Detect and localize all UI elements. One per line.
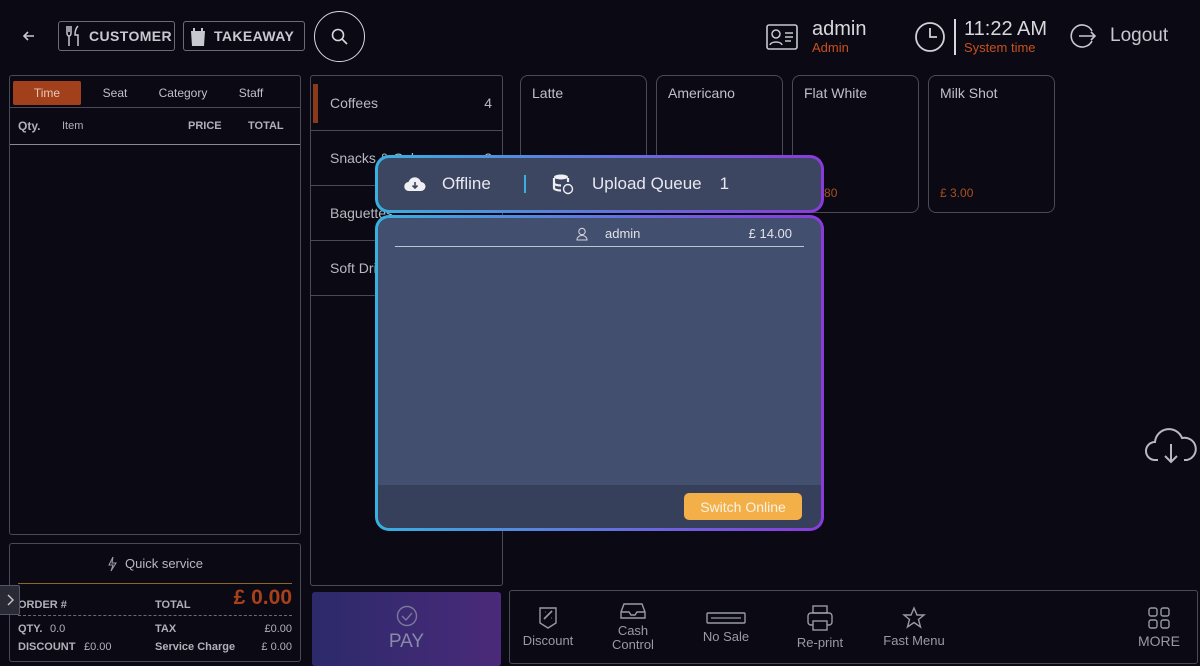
category-count: 4 (484, 95, 492, 111)
search-button[interactable] (314, 11, 365, 62)
database-sync-icon (552, 173, 574, 195)
no-sale-label: No Sale (702, 629, 750, 644)
grid-icon (1147, 606, 1171, 630)
discount-label: Discount (522, 633, 574, 648)
cloud-download-icon[interactable] (1144, 422, 1198, 466)
queue-row-user: admin (605, 226, 641, 241)
tax-value: £0.00 (264, 623, 292, 635)
service-charge-label: Service Charge (155, 641, 236, 653)
fast-menu-button[interactable]: Fast Menu (868, 591, 960, 663)
clock-icon (914, 21, 946, 53)
cloud-download-icon (404, 176, 426, 192)
system-time: 11:22 AM System time (914, 18, 1047, 56)
more-label: MORE (1138, 633, 1180, 649)
offline-modal-header: Offline Upload Queue 1 (375, 155, 824, 213)
tax-label: TAX (155, 623, 177, 635)
queue-row[interactable]: admin £ 14.00 (395, 224, 804, 247)
discount-label: DISCOUNT (18, 641, 76, 653)
time-divider (954, 19, 956, 55)
product-price: £ 3.00 (940, 186, 974, 200)
category-item[interactable]: Coffees 4 (311, 76, 502, 131)
quick-service[interactable]: Quick service (18, 544, 292, 584)
order-number-label: ORDER # (18, 599, 67, 611)
time-value: 11:22 AM (964, 18, 1048, 40)
user-role: Admin (812, 40, 849, 55)
logout-button[interactable]: Logout (1070, 22, 1168, 50)
reprint-button[interactable]: Re-print (772, 591, 868, 663)
discount-value: £0.00 (84, 641, 112, 653)
col-item: Item (62, 120, 84, 132)
col-price: PRICE (188, 120, 222, 132)
discount-tag-icon (536, 606, 560, 630)
sort-tabs: Time Seat Category Staff (10, 76, 300, 108)
category-name: Coffees (330, 95, 378, 111)
tab-seat[interactable]: Seat (81, 86, 149, 100)
upload-queue-count: 1 (719, 174, 730, 193)
user-info: admin Admin (766, 18, 866, 56)
user-icon (576, 227, 588, 241)
tab-staff[interactable]: Staff (217, 86, 285, 100)
bottom-toolbar: Discount Cash Control No Sale Re-print F… (509, 590, 1198, 664)
quick-service-label: Quick service (124, 556, 204, 571)
takeaway-button[interactable]: TAKEAWAY (183, 21, 305, 51)
cash-control-label: Cash Control (612, 623, 654, 652)
cutlery-icon (63, 24, 83, 48)
product-name: Milk Shot (940, 85, 998, 101)
product-tile[interactable]: Milk Shot £ 3.00 (928, 75, 1055, 213)
qty-label: QTY. (18, 623, 43, 635)
cash-control-button[interactable]: Cash Control (586, 591, 680, 663)
star-icon (902, 606, 926, 630)
summary-divider (18, 615, 292, 616)
service-charge-value: £ 0.00 (261, 641, 292, 653)
switch-online-button[interactable]: Switch Online (684, 493, 802, 520)
order-column-headers: Qty. Item PRICE TOTAL (10, 108, 300, 145)
no-sale-button[interactable]: No Sale (680, 591, 772, 663)
register-icon (706, 610, 746, 626)
offline-status: Offline (442, 174, 491, 193)
product-name: Latte (532, 85, 564, 101)
logout-label: Logout (1110, 25, 1169, 46)
order-panel: Time Seat Category Staff Qty. Item PRICE… (9, 75, 301, 535)
qty-value: 0.0 (50, 623, 66, 635)
pay-label: PAY (388, 631, 425, 652)
discount-button[interactable]: Discount (510, 591, 586, 663)
cash-drawer-icon (620, 602, 646, 620)
customer-button[interactable]: CUSTOMER (58, 21, 175, 51)
logout-icon (1070, 22, 1098, 50)
tab-time[interactable]: Time (13, 81, 81, 105)
takeaway-label: TAKEAWAY (214, 28, 295, 44)
total-label: TOTAL (155, 599, 191, 611)
pay-button[interactable]: PAY (312, 592, 501, 666)
user-name: admin (812, 18, 867, 40)
upload-queue-panel: admin £ 14.00 Switch Online (375, 215, 824, 531)
more-button[interactable]: MORE (1121, 591, 1197, 663)
lightning-icon (107, 556, 117, 572)
expand-panel-button[interactable] (0, 585, 20, 615)
chevron-right-icon (6, 594, 14, 606)
check-circle-icon (396, 605, 418, 627)
fast-menu-label: Fast Menu (883, 633, 945, 648)
search-icon (330, 27, 350, 47)
col-qty: Qty. (18, 119, 41, 133)
back-arrow-icon[interactable] (18, 26, 40, 46)
upload-queue-label: Upload Queue (592, 174, 702, 193)
tab-category[interactable]: Category (149, 86, 217, 100)
customer-label: CUSTOMER (89, 28, 173, 44)
time-caption: System time (964, 40, 1036, 55)
modal-footer: Switch Online (378, 485, 821, 528)
queue-row-amount: £ 14.00 (748, 226, 792, 241)
takeaway-bag-icon (188, 24, 208, 48)
col-total: TOTAL (248, 120, 284, 132)
printer-icon (806, 604, 834, 632)
total-value: £ 0.00 (233, 586, 292, 609)
reprint-label: Re-print (796, 635, 844, 650)
product-name: Americano (668, 85, 735, 101)
order-summary: Quick service ORDER # TOTAL £ 0.00 QTY. … (9, 543, 301, 662)
product-name: Flat White (804, 85, 868, 101)
user-card-icon (766, 24, 798, 50)
header-divider (524, 175, 526, 193)
